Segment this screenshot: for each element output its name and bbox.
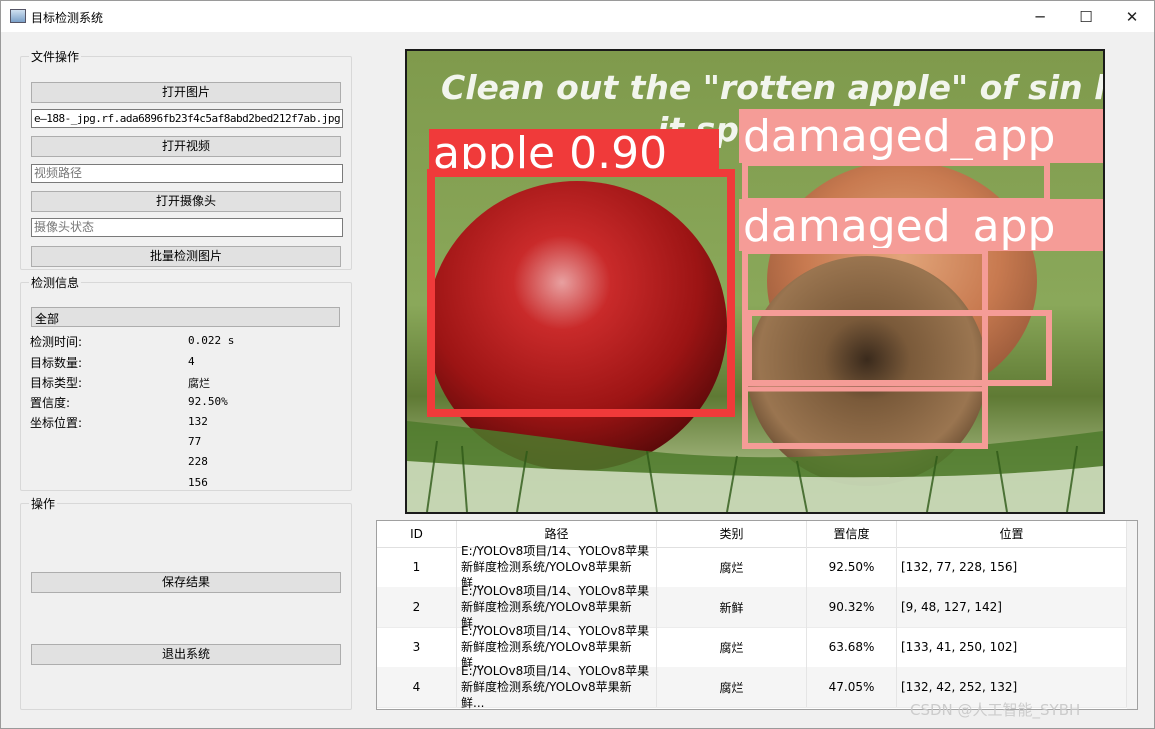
table-row[interactable]: 3 E:/YOLOv8项目/14、YOLOv8苹果 新鲜度检测系统/YOLOv8苹… — [377, 624, 1127, 670]
position-xmin: 132 — [188, 415, 208, 428]
video-path-field[interactable]: 视频路径 — [31, 164, 343, 183]
cell-position: [132, 77, 228, 156] — [897, 547, 1127, 587]
damaged-detection-label-1: damaged_app — [743, 111, 1055, 162]
detect-time-label: 检测时间: — [30, 335, 83, 349]
cell-confidence: 92.50% — [807, 547, 897, 587]
file-ops-group: 文件操作 打开图片 e—188-_jpg.rf.ada6896fb23f4c5a… — [20, 48, 352, 270]
position-label: 坐标位置: — [30, 416, 83, 430]
cell-id: 3 — [377, 627, 457, 667]
target-count-value: 4 — [188, 355, 195, 368]
results-table[interactable]: ID 路径 类别 置信度 位置 1 E:/YOLOv8项目/14、YOLOv8苹… — [376, 520, 1138, 710]
header-class[interactable]: 类别 — [657, 521, 807, 547]
fresh-apple — [427, 181, 727, 471]
confidence-value: 92.50% — [188, 395, 228, 408]
cell-path: E:/YOLOv8项目/14、YOLOv8苹果 新鲜度检测系统/YOLOv8苹果新… — [457, 544, 657, 590]
detection-canvas: Clean out the "rotten apple" of sin lest… — [407, 51, 1103, 512]
cell-path-line1: E:/YOLOv8项目/14、YOLOv8苹果 — [461, 624, 650, 638]
chevron-down-icon: ⌄ — [35, 309, 45, 322]
cell-class: 腐烂 — [657, 667, 807, 707]
damaged-detection-label-2: damaged_app — [743, 201, 1055, 252]
cell-id: 2 — [377, 587, 457, 627]
table-row[interactable]: 2 E:/YOLOv8项目/14、YOLOv8苹果 新鲜度检测系统/YOLOv8苹… — [377, 584, 1127, 630]
image-path-field[interactable]: e—188-_jpg.rf.ada6896fb23f4c5af8abd2bed2… — [31, 109, 343, 128]
cell-path-line2: 新鲜度检测系统/YOLOv8苹果新鲜... — [461, 680, 632, 710]
confidence-label: 置信度: — [30, 396, 71, 410]
window-title: 目标检测系统 — [31, 11, 104, 25]
cell-path: E:/YOLOv8项目/14、YOLOv8苹果 新鲜度检测系统/YOLOv8苹果新… — [457, 584, 657, 630]
cell-class: 腐烂 — [657, 627, 807, 667]
detect-time-value: 0.022 s — [188, 334, 235, 347]
title-bar: 目标检测系统 ─ ☐ ✕ — [1, 1, 1154, 32]
detection-image: Clean out the "rotten apple" of sin lest… — [405, 49, 1105, 514]
maximize-icon[interactable]: ☐ — [1063, 1, 1109, 32]
close-icon[interactable]: ✕ — [1109, 1, 1155, 32]
open-video-button[interactable]: 打开视频 — [31, 136, 341, 157]
header-id[interactable]: ID — [377, 521, 457, 547]
cell-path-line1: E:/YOLOv8项目/14、YOLOv8苹果 — [461, 664, 650, 678]
main-window: 目标检测系统 ─ ☐ ✕ 文件操作 打开图片 e—188-_jpg.rf.ada… — [0, 0, 1155, 729]
target-filter-select[interactable]: 全部 ⌄ — [31, 307, 340, 327]
file-ops-legend: 文件操作 — [31, 50, 80, 64]
minimize-icon[interactable]: ─ — [1017, 1, 1063, 32]
cell-id: 1 — [377, 547, 457, 587]
detect-info-group: 检测信息 全部 ⌄ 检测时间: 0.022 s 目标数量: 4 目标类型: 腐烂… — [20, 274, 352, 491]
camera-status-field[interactable]: 摄像头状态 — [31, 218, 343, 237]
cell-path-line1: E:/YOLOv8项目/14、YOLOv8苹果 — [461, 584, 650, 598]
operations-legend: 操作 — [31, 497, 56, 511]
exit-button[interactable]: 退出系统 — [31, 644, 341, 665]
cell-position: [133, 41, 250, 102] — [897, 627, 1127, 667]
position-ymin: 77 — [188, 435, 202, 448]
app-icon — [10, 9, 26, 23]
position-ymax: 156 — [188, 476, 208, 489]
header-confidence[interactable]: 置信度 — [807, 521, 897, 547]
image-caption: Clean out the "rotten apple" of sin lest — [441, 68, 1103, 107]
cell-confidence: 90.32% — [807, 587, 897, 627]
cell-id: 4 — [377, 667, 457, 707]
cell-class: 腐烂 — [657, 547, 807, 587]
cell-path-line1: E:/YOLOv8项目/14、YOLOv8苹果 — [461, 544, 650, 558]
open-camera-button[interactable]: 打开摄像头 — [31, 191, 341, 212]
target-count-label: 目标数量: — [30, 356, 83, 370]
batch-detect-button[interactable]: 批量检测图片 — [31, 246, 341, 267]
cell-class: 新鲜 — [657, 587, 807, 627]
watermark: CSDN @人工智能_SYBH — [910, 701, 1081, 719]
target-type-label: 目标类型: — [30, 376, 83, 390]
target-type-value: 腐烂 — [188, 377, 210, 390]
cell-confidence: 47.05% — [807, 667, 897, 707]
save-result-button[interactable]: 保存结果 — [31, 572, 341, 593]
table-scrollbar[interactable] — [1127, 521, 1137, 709]
operations-group: 操作 保存结果 退出系统 — [20, 495, 352, 710]
cell-position: [9, 48, 127, 142] — [897, 587, 1127, 627]
cell-confidence: 63.68% — [807, 627, 897, 667]
position-xmax: 228 — [188, 455, 208, 468]
cell-path: E:/YOLOv8项目/14、YOLOv8苹果 新鲜度检测系统/YOLOv8苹果新… — [457, 624, 657, 670]
cell-path: E:/YOLOv8项目/14、YOLOv8苹果新鲜度检测系统/YOLOv8苹果新… — [457, 664, 657, 710]
header-position[interactable]: 位置 — [897, 521, 1127, 547]
open-image-button[interactable]: 打开图片 — [31, 82, 341, 103]
detect-info-legend: 检测信息 — [31, 276, 80, 290]
table-row[interactable]: 1 E:/YOLOv8项目/14、YOLOv8苹果 新鲜度检测系统/YOLOv8苹… — [377, 544, 1127, 590]
